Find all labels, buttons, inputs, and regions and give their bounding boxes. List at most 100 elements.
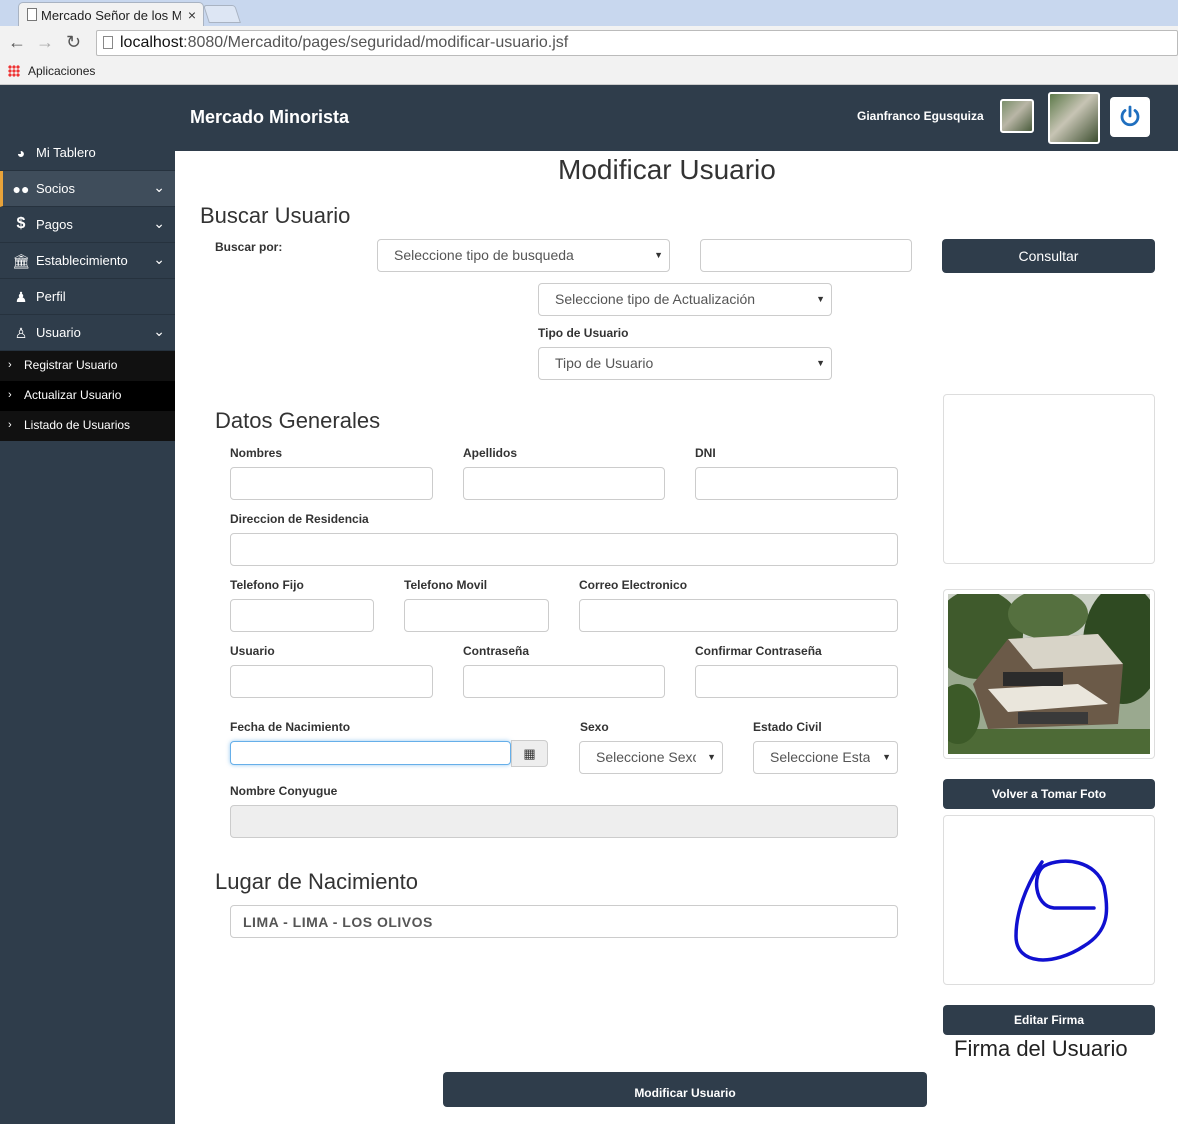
- chevron-right-icon: ›: [8, 389, 12, 401]
- forward-arrow-icon[interactable]: →: [36, 32, 54, 53]
- sidebar-item-label: Establecimiento: [36, 253, 128, 268]
- usuario-field[interactable]: [230, 665, 433, 698]
- search-by-label: Buscar por:: [215, 240, 283, 254]
- consult-button[interactable]: Consultar: [942, 239, 1155, 273]
- bookmarks-bar: Aplicaciones: [0, 60, 1178, 85]
- sidebar-item-establecimiento[interactable]: 🏛 Establecimiento ⌄: [0, 243, 175, 279]
- estado-civil-label: Estado Civil: [753, 720, 822, 734]
- user-type-select[interactable]: Tipo de Usuario ▼: [538, 347, 832, 380]
- signature-drawing: [1014, 859, 1109, 962]
- sidebar-subitem-label: Registrar Usuario: [24, 358, 118, 372]
- sidebar-item-mi-tablero[interactable]: ◕ Mi Tablero: [0, 135, 175, 171]
- birthplace-section-title: Lugar de Nacimiento: [215, 869, 419, 894]
- reload-icon[interactable]: ↻: [66, 32, 81, 53]
- search-type-select[interactable]: Seleccione tipo de busqueda ▼: [377, 239, 670, 272]
- birthplace-value: LIMA - LIMA - LOS OLIVOS: [243, 914, 433, 930]
- nombres-label: Nombres: [230, 446, 283, 460]
- sidebar-item-usuario[interactable]: ♙ Usuario ⌄: [0, 315, 175, 351]
- estado-civil-select[interactable]: Seleccione Estado▼: [753, 741, 898, 774]
- signature-caption: Firma del Usuario: [954, 1036, 1128, 1061]
- app-header: Mercado Minorista Gianfranco Egusquiza: [0, 85, 1178, 151]
- avatar[interactable]: [1048, 92, 1100, 144]
- correo-label: Correo Electronico: [579, 578, 688, 592]
- calendar-icon: ▦: [523, 746, 536, 761]
- apellidos-field[interactable]: [463, 467, 665, 500]
- edit-signature-button[interactable]: Editar Firma: [943, 1005, 1155, 1035]
- house-photo: [948, 594, 1150, 754]
- sidebar-item-label: Perfil: [36, 289, 66, 304]
- fecha-nacimiento-field[interactable]: [230, 741, 511, 765]
- page-title: Modificar Usuario: [558, 154, 776, 185]
- caret-down-icon: ▼: [816, 294, 825, 304]
- caret-down-icon: ▼: [816, 358, 825, 368]
- telefono-movil-field[interactable]: [404, 599, 549, 632]
- back-arrow-icon[interactable]: ←: [8, 32, 26, 53]
- conyugue-field: [230, 805, 898, 838]
- caret-down-icon: ▼: [654, 250, 663, 260]
- apps-bookmark[interactable]: Aplicaciones: [28, 64, 95, 78]
- dni-field[interactable]: [695, 467, 898, 500]
- apps-grid-icon[interactable]: [8, 65, 20, 77]
- search-input[interactable]: [700, 239, 912, 272]
- logout-button[interactable]: [1110, 97, 1150, 137]
- page-icon: [103, 36, 113, 49]
- sexo-select[interactable]: Seleccione Sexo ▼: [579, 741, 723, 774]
- calendar-button[interactable]: ▦: [511, 740, 548, 767]
- new-tab-button[interactable]: [203, 5, 241, 23]
- sidebar-item-pagos[interactable]: $ Pagos ⌄: [0, 207, 175, 243]
- tab-title: Mercado Señor de los Mil: [41, 8, 181, 23]
- dashboard-icon: ◕: [16, 145, 26, 161]
- user-photo-panel: [943, 589, 1155, 759]
- user-type-label: Tipo de Usuario: [538, 326, 629, 340]
- user-icon: ♙: [14, 325, 28, 341]
- avatar-small[interactable]: [1000, 99, 1034, 133]
- sidebar-subitem-registrar-usuario[interactable]: › Registrar Usuario: [0, 351, 175, 381]
- usuario-label: Usuario: [230, 644, 275, 658]
- caret-down-icon: ▼: [882, 752, 891, 762]
- nombres-field[interactable]: [230, 467, 433, 500]
- email-field[interactable]: [579, 599, 898, 632]
- browser-tabbar: Mercado Señor de los Mil ×: [0, 0, 1178, 28]
- update-type-select[interactable]: Seleccione tipo de Actualización ▼: [538, 283, 832, 316]
- general-section-title: Datos Generales: [215, 408, 381, 433]
- brand-title[interactable]: Mercado Minorista: [190, 107, 349, 128]
- dollar-icon: $: [16, 215, 26, 232]
- retake-photo-button[interactable]: Volver a Tomar Foto: [943, 779, 1155, 809]
- sidebar-subitem-actualizar-usuario[interactable]: › Actualizar Usuario: [0, 381, 175, 411]
- url-text: localhost:8080/Mercadito/pages/seguridad…: [120, 34, 569, 51]
- sidebar-subitem-label: Actualizar Usuario: [24, 388, 122, 402]
- chevron-down-icon: ⌄: [153, 179, 165, 195]
- confirm-password-field[interactable]: [695, 665, 898, 698]
- apellidos-label: Apellidos: [463, 446, 518, 460]
- browser-navbar: ← → ↻ localhost:8080/Mercadito/pages/seg…: [0, 26, 1178, 60]
- sidebar-item-socios[interactable]: ●● Socios ⌄: [0, 171, 175, 207]
- chevron-down-icon: ⌄: [153, 215, 165, 231]
- address-bar[interactable]: localhost:8080/Mercadito/pages/seguridad…: [96, 30, 1178, 56]
- power-icon: [1120, 105, 1140, 127]
- chevron-right-icon: ›: [8, 359, 12, 371]
- users-icon: ●●: [12, 181, 30, 197]
- confirmar-contrasena-label: Confirmar Contraseña: [695, 644, 822, 658]
- contrasena-label: Contraseña: [463, 644, 530, 658]
- sidebar-subitem-label: Listado de Usuarios: [24, 418, 131, 432]
- chevron-right-icon: ›: [8, 419, 12, 431]
- user-secret-icon: ♟: [14, 289, 28, 305]
- browser-tab[interactable]: Mercado Señor de los Mil ×: [18, 2, 204, 28]
- close-tab-icon[interactable]: ×: [188, 7, 196, 23]
- sidebar-item-label: Mi Tablero: [36, 145, 96, 160]
- direccion-field[interactable]: [230, 533, 898, 566]
- user-name: Gianfranco Egusquiza: [857, 109, 984, 123]
- chevron-down-icon: ⌄: [153, 251, 165, 267]
- sidebar-item-perfil[interactable]: ♟ Perfil: [0, 279, 175, 315]
- sidebar-subitem-listado-usuarios[interactable]: › Listado de Usuarios: [0, 411, 175, 441]
- sidebar-item-label: Pagos: [36, 217, 73, 232]
- birthplace-field[interactable]: LIMA - LIMA - LOS OLIVOS: [230, 905, 898, 938]
- signature-panel: [943, 815, 1155, 985]
- page-icon: [27, 8, 37, 21]
- conyugue-label: Nombre Conyugue: [230, 784, 338, 798]
- password-field[interactable]: [463, 665, 665, 698]
- sidebar-item-label: Usuario: [36, 325, 81, 340]
- telefono-fijo-field[interactable]: [230, 599, 374, 632]
- modify-user-button[interactable]: Modificar Usuario: [443, 1072, 927, 1107]
- bank-icon: 🏛: [12, 253, 30, 269]
